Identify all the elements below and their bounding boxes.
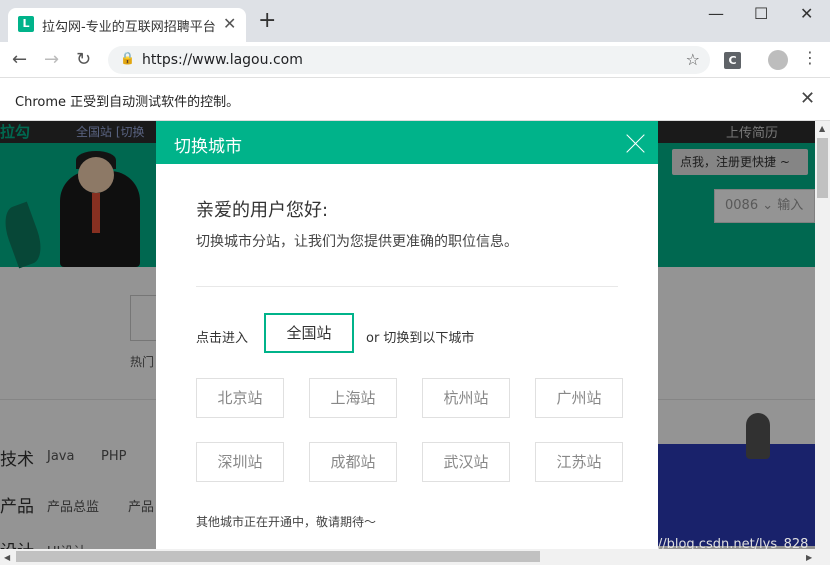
infobar-close-icon[interactable]: ✕ [800,88,815,109]
window-close-button[interactable]: ✕ [800,4,813,23]
scroll-up-arrow-icon[interactable]: ▲ [819,124,825,133]
tab-title: 拉勾网-专业的互联网招聘平台 [42,20,216,35]
city-button-chengdu[interactable]: 成都站 [309,442,397,482]
horizontal-scroll-thumb[interactable] [16,551,540,562]
nationwide-site-button[interactable]: 全国站 [264,313,354,353]
city-button-shenzhen[interactable]: 深圳站 [196,442,284,482]
modal-divider [196,286,618,287]
modal-footnote: 其他城市正在开通中，敬请期待～ [196,515,377,529]
automation-infobar: Chrome 正受到自动测试软件的控制。 ✕ [0,79,830,121]
modal-close-icon[interactable] [626,133,646,153]
modal-title: 切换城市 [174,137,242,157]
vertical-scroll-thumb[interactable] [817,138,828,198]
extension-icon[interactable]: C [724,52,741,69]
profile-avatar-icon[interactable] [768,50,788,70]
infobar-message: Chrome 正受到自动测试软件的控制。 [15,95,240,110]
lock-icon: 🔒 [120,51,135,65]
new-tab-button[interactable]: + [258,10,276,32]
scroll-left-arrow-icon[interactable]: ◀ [4,553,10,562]
city-switch-modal: 切换城市 亲爱的用户您好: 切换城市分站，让我们为您提供更准确的职位信息。 点击… [156,121,658,549]
or-switch-text: or 切换到以下城市 [366,331,475,346]
browser-toolbar: ← → ↻ 🔒 https://www.lagou.com ☆ [0,42,830,78]
reload-icon[interactable]: ↻ [76,49,91,70]
bookmark-star-icon[interactable]: ☆ [686,50,700,69]
address-bar[interactable]: 🔒 https://www.lagou.com ☆ [108,46,710,74]
modal-subtext: 切换城市分站，让我们为您提供更准确的职位信息。 [196,234,518,250]
forward-arrow-icon[interactable]: → [44,49,59,70]
city-button-shanghai[interactable]: 上海站 [309,378,397,418]
city-button-jiangsu[interactable]: 江苏站 [535,442,623,482]
browser-titlebar: L 拉勾网-专业的互联网招聘平台 ✕ + — ☐ ✕ [0,0,830,42]
greeting-text: 亲爱的用户您好: [196,200,329,221]
back-arrow-icon[interactable]: ← [12,49,27,70]
city-button-hangzhou[interactable]: 杭州站 [422,378,510,418]
maximize-button[interactable]: ☐ [754,4,768,23]
browser-tab[interactable]: L 拉勾网-专业的互联网招聘平台 ✕ [8,8,246,42]
minimize-button[interactable]: — [708,4,724,23]
scroll-right-arrow-icon[interactable]: ▶ [806,553,812,562]
enter-label: 点击进入 [196,331,249,346]
city-button-beijing[interactable]: 北京站 [196,378,284,418]
modal-header: 切换城市 [156,121,658,164]
lagou-favicon-icon: L [18,16,34,32]
menu-kebab-icon[interactable]: ⋮ [802,48,818,67]
city-button-wuhan[interactable]: 武汉站 [422,442,510,482]
url-text: https://www.lagou.com [142,52,303,68]
tab-close-icon[interactable]: ✕ [223,14,236,33]
city-button-guangzhou[interactable]: 广州站 [535,378,623,418]
